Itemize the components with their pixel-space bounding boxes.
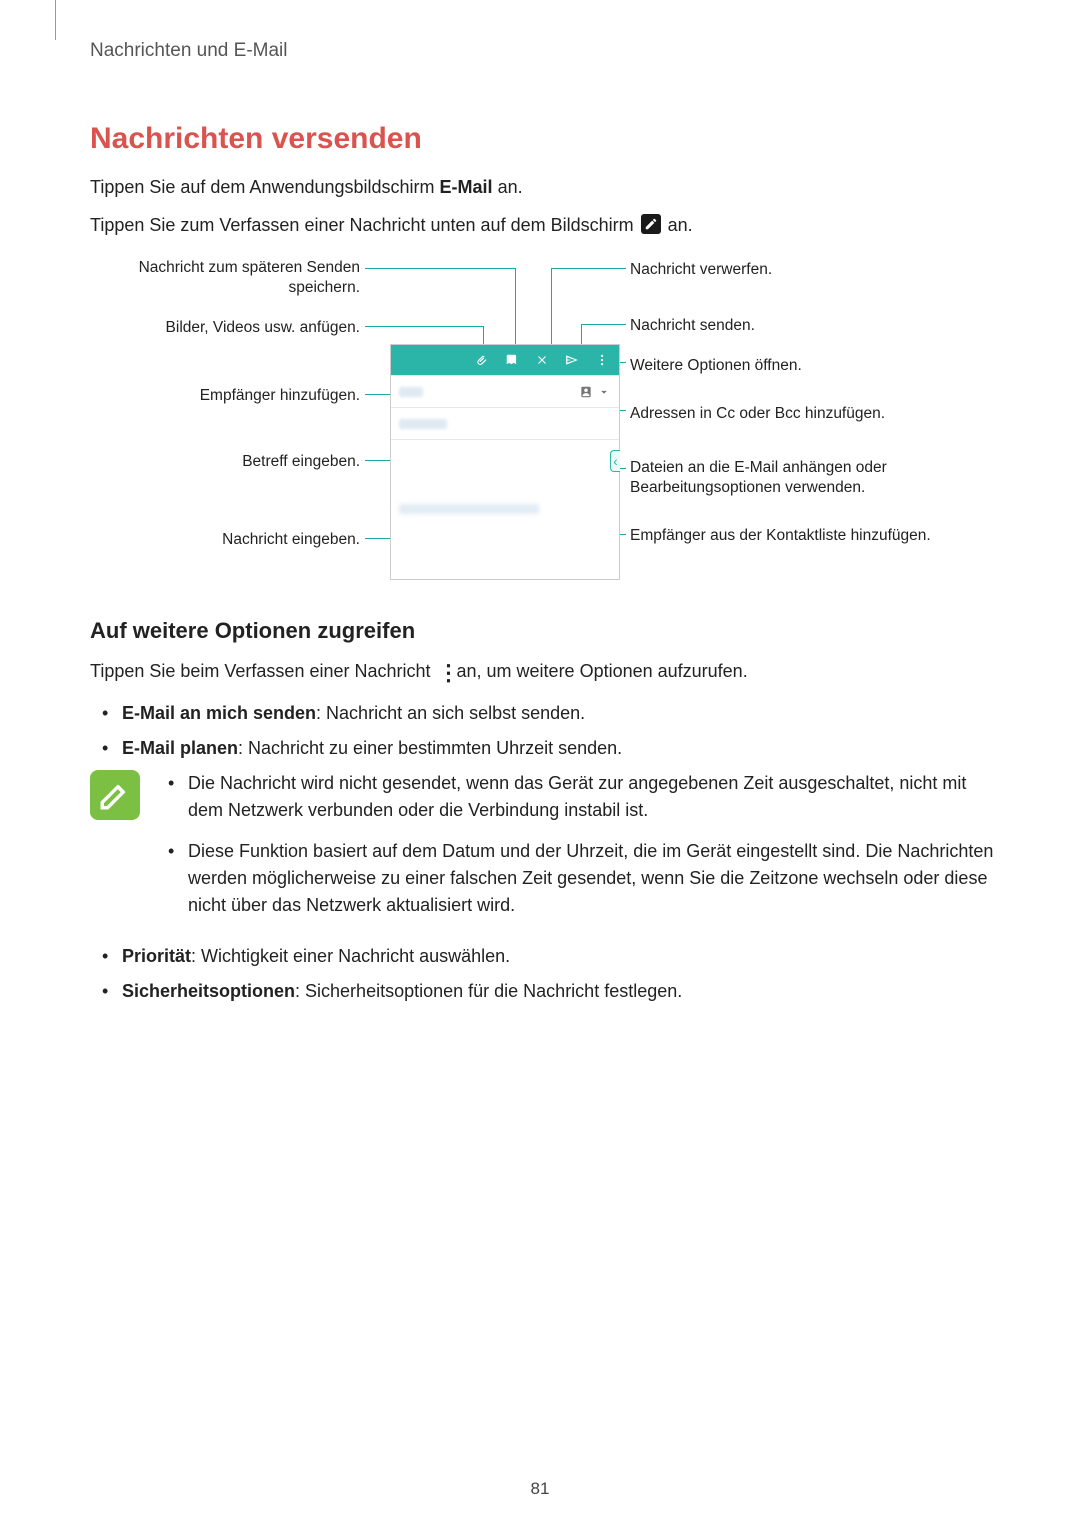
text: an.	[668, 215, 693, 235]
option-label: E-Mail planen	[122, 738, 238, 758]
option-desc: : Nachricht zu einer bestimmten Uhrzeit …	[238, 738, 622, 758]
options-list: E-Mail an mich senden: Nachricht an sich…	[90, 700, 1000, 762]
option-security: Sicherheitsoptionen: Sicherheitsoptionen…	[90, 978, 1000, 1005]
callout-recipient: Empfänger hinzufügen.	[90, 386, 360, 406]
page-content: Nachrichten und E-Mail Nachrichten verse…	[0, 0, 1080, 1053]
callout-cc-bcc: Adressen in Cc oder Bcc hinzufügen.	[630, 404, 990, 424]
text: an, um weitere Optionen aufzurufen.	[452, 661, 748, 681]
leader-line	[581, 324, 582, 344]
note-item: Die Nachricht wird nicht gesendet, wenn …	[160, 770, 1000, 824]
attach-icon[interactable]	[475, 353, 489, 367]
save-icon[interactable]	[505, 353, 519, 367]
discard-icon[interactable]	[535, 353, 549, 367]
note-icon	[90, 770, 140, 820]
compose-diagram: Nachricht zum späteren Senden speichern.…	[90, 258, 1010, 578]
leader-line	[515, 268, 516, 344]
option-desc: : Nachricht an sich selbst senden.	[316, 703, 585, 723]
option-desc: : Wichtigkeit einer Nachricht auswählen.	[191, 946, 510, 966]
page-title: Nachrichten versenden	[90, 122, 1000, 156]
chevron-down-icon[interactable]	[597, 385, 611, 399]
page-number: 81	[0, 1479, 1080, 1499]
option-send-to-self: E-Mail an mich senden: Nachricht an sich…	[90, 700, 1000, 727]
text: Tippen Sie auf dem Anwendungsbildschirm	[90, 177, 440, 197]
compose-toolbar	[391, 345, 619, 375]
more-icon	[438, 668, 450, 688]
text: Tippen Sie beim Verfassen einer Nachrich…	[90, 661, 436, 681]
leader-line	[483, 326, 484, 344]
callout-contacts: Empfänger aus der Kontaktliste hinzufüge…	[630, 526, 990, 546]
callout-body: Nachricht eingeben.	[90, 530, 360, 550]
callout-discard: Nachricht verwerfen.	[630, 260, 990, 280]
breadcrumb: Nachrichten und E-Mail	[90, 40, 1000, 62]
contacts-icon[interactable]	[579, 385, 593, 399]
note-item: Diese Funktion basiert auf dem Datum und…	[160, 838, 1000, 919]
callout-more-options: Weitere Optionen öffnen.	[630, 356, 990, 376]
more-icon[interactable]	[595, 353, 609, 367]
message-body-area[interactable]	[391, 439, 619, 579]
callout-save-later: Nachricht zum späteren Senden speichern.	[90, 258, 360, 298]
recipient-row[interactable]	[391, 375, 619, 407]
compose-screen-mock	[390, 344, 620, 580]
option-label: E-Mail an mich senden	[122, 703, 316, 723]
subheading-more-options: Auf weitere Optionen zugreifen	[90, 618, 1000, 644]
option-schedule: E-Mail planen: Nachricht zu einer bestim…	[90, 735, 1000, 762]
options-list-cont: Priorität: Wichtigkeit einer Nachricht a…	[90, 943, 1000, 1005]
option-priority: Priorität: Wichtigkeit einer Nachricht a…	[90, 943, 1000, 970]
callout-send: Nachricht senden.	[630, 316, 990, 336]
leader-line	[551, 268, 626, 269]
paragraph-open-email: Tippen Sie auf dem Anwendungsbildschirm …	[90, 174, 1000, 200]
send-icon[interactable]	[565, 353, 579, 367]
callout-attach: Bilder, Videos usw. anfügen.	[90, 318, 360, 338]
compose-icon	[641, 214, 661, 234]
text: an.	[493, 177, 523, 197]
subject-row[interactable]	[391, 407, 619, 439]
note-list: Die Nachricht wird nicht gesendet, wenn …	[160, 770, 1000, 933]
option-label: Sicherheitsoptionen	[122, 981, 295, 1001]
paragraph-more-options: Tippen Sie beim Verfassen einer Nachrich…	[90, 658, 1000, 688]
note-block: Die Nachricht wird nicht gesendet, wenn …	[90, 770, 1000, 933]
leader-line	[551, 268, 552, 344]
paragraph-compose: Tippen Sie zum Verfassen einer Nachricht…	[90, 212, 1000, 238]
side-handle-icon[interactable]	[610, 450, 620, 472]
option-label: Priorität	[122, 946, 191, 966]
leader-line	[581, 324, 626, 325]
callout-subject: Betreff eingeben.	[90, 452, 360, 472]
email-label: E-Mail	[440, 177, 493, 197]
leader-line	[365, 268, 515, 269]
callout-attach-sidebar: Dateien an die E-Mail anhängen oder Bear…	[630, 458, 990, 498]
leader-line	[365, 326, 483, 327]
text: Tippen Sie zum Verfassen einer Nachricht…	[90, 215, 639, 235]
option-desc: : Sicherheitsoptionen für die Nachricht …	[295, 981, 682, 1001]
